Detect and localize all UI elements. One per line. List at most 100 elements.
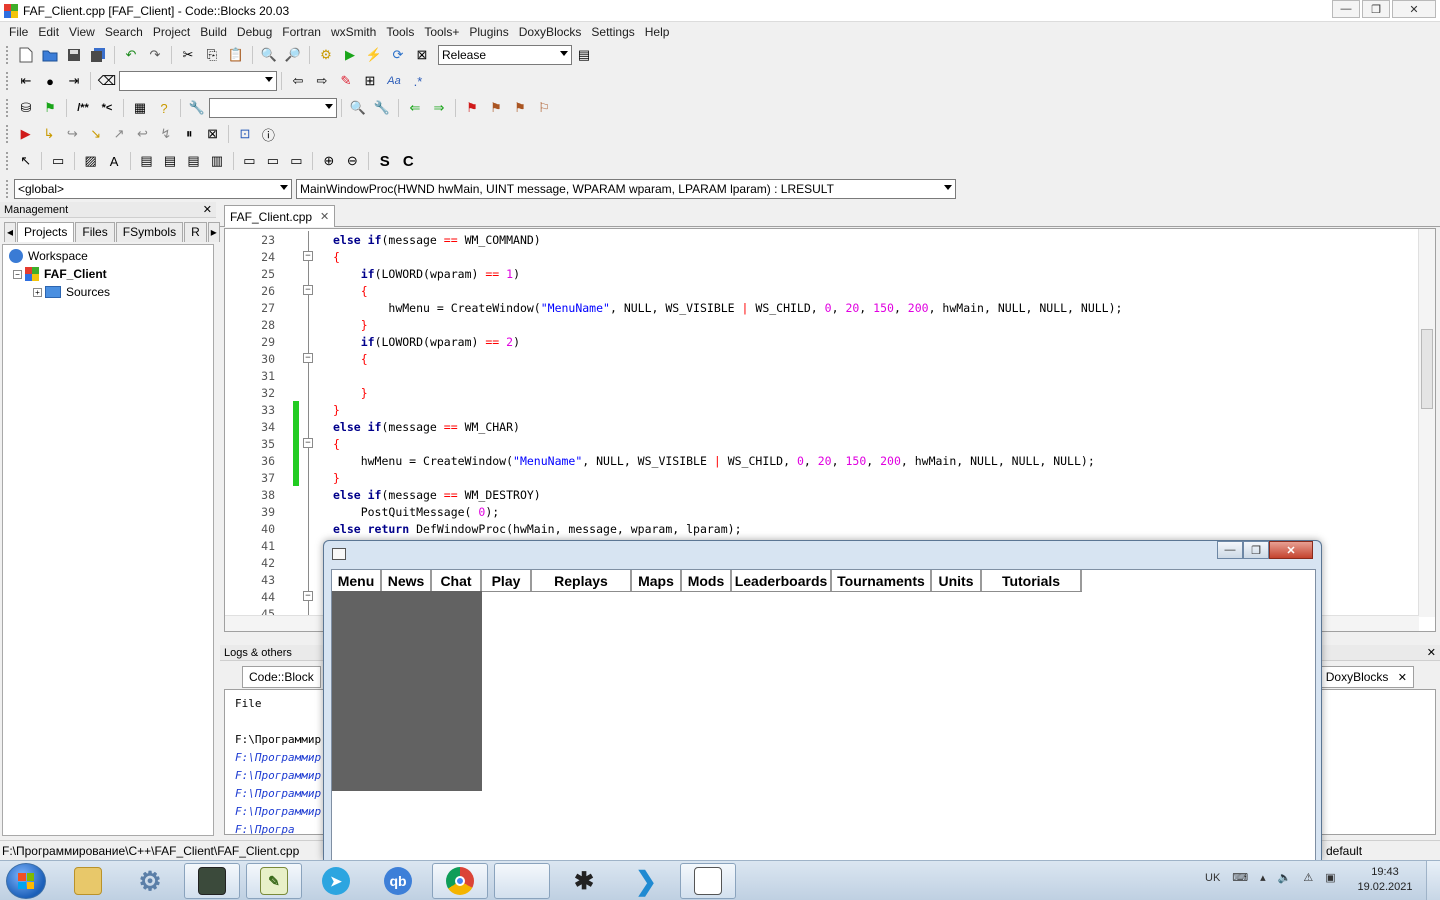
faf-menu-menu[interactable]: Menu (332, 570, 382, 591)
build-and-run-icon[interactable]: ⚡ (364, 45, 384, 65)
faf-menu-leaderboards[interactable]: Leaderboards (732, 570, 832, 591)
taskbar-explorer[interactable] (60, 863, 116, 899)
menu-file[interactable]: File (4, 25, 33, 39)
s-icon[interactable]: S (375, 151, 394, 171)
regex-icon[interactable]: .* (408, 71, 428, 91)
minimize-button[interactable]: — (1332, 0, 1360, 18)
management-close-icon[interactable]: ✕ (203, 203, 212, 216)
code-line[interactable]: 40 else return DefWindowProc(hwMain, mess… (225, 520, 1122, 537)
text-image-icon[interactable]: A (104, 151, 123, 171)
network-icon[interactable]: ⚠ (1303, 871, 1313, 884)
action-center-icon[interactable]: ▣ (1325, 871, 1335, 884)
faf-menu-tournaments[interactable]: Tournaments (832, 570, 932, 591)
faf-client-title-bar[interactable]: — ❐ ✕ (324, 541, 1321, 565)
fold-collapse-icon[interactable]: − (303, 248, 315, 265)
symbol-combo[interactable] (209, 98, 337, 118)
editor-tab-close-icon[interactable]: ✕ (320, 210, 329, 223)
code-line[interactable]: 33} (225, 401, 1122, 418)
taskbar-telegram[interactable]: ➤ (308, 863, 364, 899)
expand-icon[interactable]: + (33, 287, 42, 297)
taskbar-bug-tool[interactable]: ✱ (556, 863, 612, 899)
faf-menu-mods[interactable]: Mods (682, 570, 732, 591)
tab-files[interactable]: Files (75, 222, 115, 242)
run-to-cursor-icon[interactable]: ↳ (39, 124, 58, 144)
faf-maximize-button[interactable]: ❐ (1243, 541, 1269, 559)
tab-fsymbols[interactable]: FSymbols (115, 222, 184, 242)
faf-menu-chat[interactable]: Chat (432, 570, 482, 591)
collapse-icon[interactable]: − (13, 269, 22, 279)
taskbar-control-panel[interactable]: ⚙ (122, 863, 178, 899)
code-line[interactable]: 24 − { (225, 248, 1122, 265)
layout-1-icon[interactable]: ▤ (137, 151, 156, 171)
editor-vertical-scrollbar[interactable] (1418, 229, 1435, 617)
build-target-select[interactable]: Release (438, 45, 572, 65)
wrench-icon[interactable]: 🔧 (187, 98, 207, 118)
zoom-find-icon[interactable]: 🔍 (348, 98, 368, 118)
fold-collapse-icon[interactable]: − (303, 588, 315, 605)
editor-tab[interactable]: FAF_Client.cpp ✕ (224, 205, 336, 227)
bookmark-flag-icon[interactable]: ⚑ (462, 98, 482, 118)
menu-plugins[interactable]: Plugins (464, 25, 513, 39)
prev-bookmark-icon[interactable]: ⚑ (486, 98, 506, 118)
menu-doxyblocks[interactable]: DoxyBlocks (514, 25, 587, 39)
show-desktop-button[interactable] (1426, 861, 1440, 900)
nav-forward-icon[interactable]: ⇒ (429, 98, 449, 118)
clear-icon[interactable]: ⌫ (97, 71, 117, 91)
box-2-icon[interactable]: ▭ (263, 151, 282, 171)
copy-icon[interactable]: ⎘ (202, 45, 222, 65)
jump-back-icon[interactable]: ⇤ (16, 71, 36, 91)
taskbar-terminal[interactable] (184, 863, 240, 899)
zoom-out-icon[interactable]: ⊖ (343, 151, 362, 171)
clock[interactable]: 19:43 19.02.2021 (1355, 865, 1415, 895)
open-folder-icon[interactable] (40, 45, 60, 65)
taskbar-codeblocks[interactable] (494, 863, 550, 899)
menu-wxsmith[interactable]: wxSmith (326, 25, 381, 39)
frame-icon[interactable]: ▭ (48, 151, 67, 171)
block-comment-icon[interactable]: /** (73, 98, 93, 118)
toolbar-grip[interactable] (6, 46, 10, 64)
faf-menu-play[interactable]: Play (482, 570, 532, 591)
menu-settings[interactable]: Settings (586, 25, 639, 39)
code-line[interactable]: 27 hwMenu = CreateWindow("MenuName", NUL… (225, 299, 1122, 316)
code-line[interactable]: 37} (225, 469, 1122, 486)
fold-collapse-icon[interactable]: − (303, 282, 315, 299)
match-case-icon[interactable]: Aa (384, 71, 404, 91)
toolbar-grip[interactable] (6, 99, 10, 117)
scroll-thumb[interactable] (1421, 329, 1433, 409)
abort-icon[interactable]: ⊠ (412, 45, 432, 65)
keyboard-icon[interactable]: ⌨ (1232, 871, 1248, 884)
next-instruction-icon[interactable]: ↩ (133, 124, 152, 144)
tray-expand-icon[interactable]: ▴ (1260, 871, 1266, 884)
start-button[interactable] (6, 863, 46, 899)
language-indicator[interactable]: UK (1205, 872, 1220, 884)
tab-projects[interactable]: Projects (17, 222, 75, 242)
find-next-icon[interactable]: ⇨ (312, 71, 332, 91)
database-icon[interactable]: ⛁ (16, 98, 36, 118)
stop-icon[interactable]: ⊠ (203, 124, 222, 144)
code-line[interactable]: 30 − { (225, 350, 1122, 367)
pointer-icon[interactable]: ↖ (16, 151, 35, 171)
menu-project[interactable]: Project (148, 25, 195, 39)
code-line[interactable]: 38 else if(message == WM_DESTROY) (225, 486, 1122, 503)
run-icon[interactable]: ▶ (340, 45, 360, 65)
volume-icon[interactable]: 🔈 (1278, 871, 1292, 884)
code-line[interactable]: 36 hwMenu = CreateWindow("MenuName", NUL… (225, 452, 1122, 469)
help-icon[interactable]: ? (154, 98, 174, 118)
code-line[interactable]: 26 − { (225, 282, 1122, 299)
faf-menu-news[interactable]: News (382, 570, 432, 591)
menu-search[interactable]: Search (100, 25, 148, 39)
pause-icon[interactable]: ⏸ (180, 124, 199, 144)
taskbar-notepad[interactable]: ✎ (246, 863, 302, 899)
layout-4-icon[interactable]: ▥ (207, 151, 226, 171)
box-3-icon[interactable]: ▭ (287, 151, 306, 171)
code-line[interactable]: 25 if(LOWORD(wparam) == 1) (225, 265, 1122, 282)
find-previous-icon[interactable]: ⇦ (288, 71, 308, 91)
jump-forward-icon[interactable]: ⇥ (64, 71, 84, 91)
menu-help[interactable]: Help (640, 25, 675, 39)
step-into-icon[interactable]: ↘ (86, 124, 105, 144)
debug-windows-icon[interactable]: ⊡ (235, 124, 254, 144)
faf-minimize-button[interactable]: — (1217, 541, 1243, 559)
menu-debug[interactable]: Debug (232, 25, 277, 39)
scope-select[interactable]: <global> (14, 179, 292, 199)
bookmark-dot-icon[interactable]: ● (40, 71, 60, 91)
